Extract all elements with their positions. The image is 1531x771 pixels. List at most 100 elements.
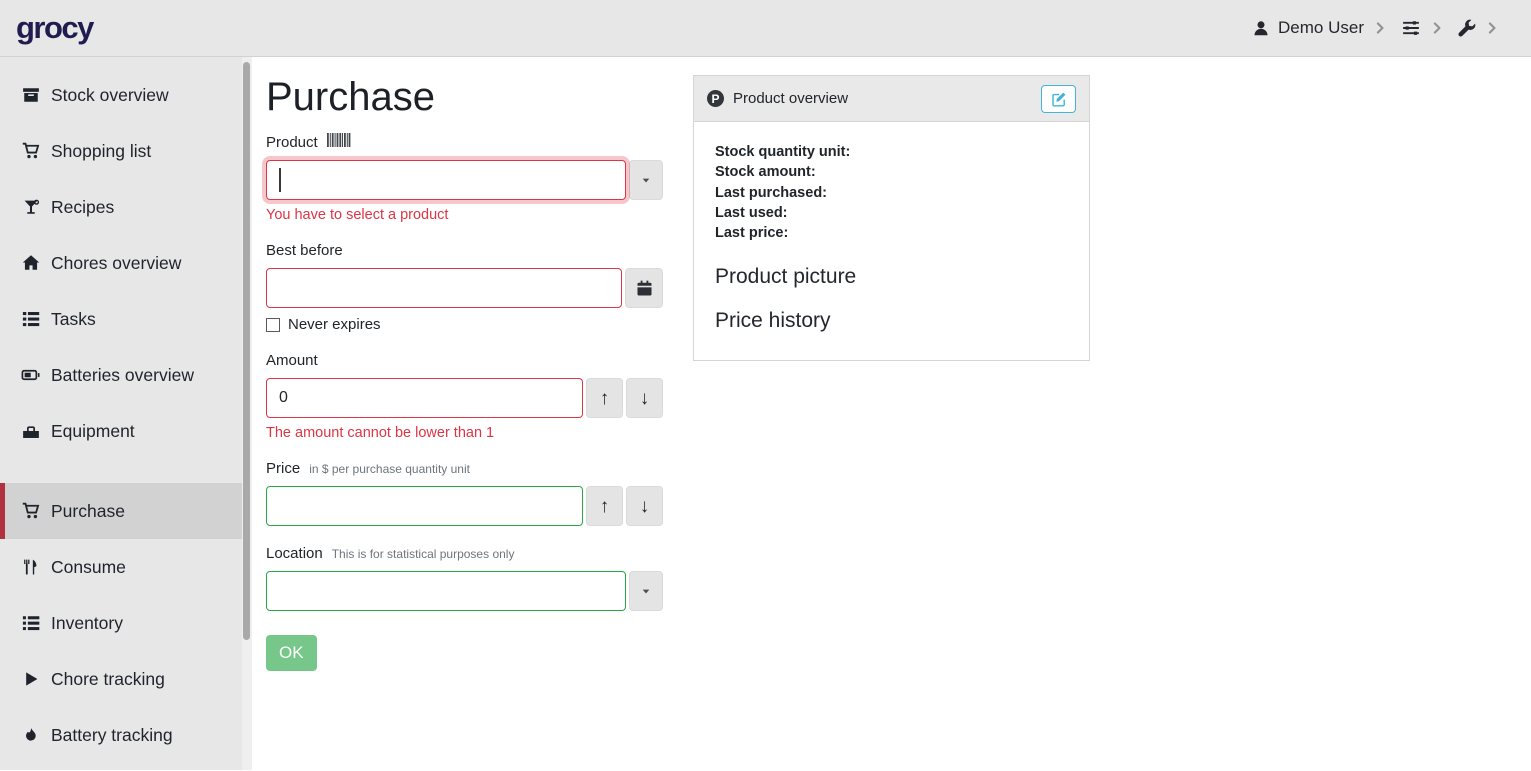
toolbox-icon [21,422,40,440]
location-input-row [266,571,663,611]
sidebar: Stock overview Shopping list Recipes Cho… [0,57,252,770]
wrench-icon [1458,19,1476,37]
stock-quantity-unit-label: Stock quantity unit: [715,142,1068,162]
price-group: Price in $ per purchase quantity unit ↑ … [266,460,663,526]
product-input-wrap [266,160,626,200]
sidebar-item-label: Equipment [51,421,135,442]
product-picture-heading: Product picture [715,265,1068,289]
sidebar-item-shopping-list[interactable]: Shopping list [0,123,252,179]
sidebar-item-batteries-overview[interactable]: Batteries overview [0,347,252,403]
last-price-label: Last price: [715,223,1068,243]
stock-amount-label: Stock amount: [715,162,1068,182]
sidebar-item-label: Shopping list [51,141,151,162]
location-input[interactable] [266,571,626,611]
location-group: Location This is for statistical purpose… [266,545,663,611]
product-overview-title: Product overview [733,90,848,107]
text-cursor [279,168,281,192]
amount-input-wrap [266,378,583,418]
sidebar-item-chores-overview[interactable]: Chores overview [0,235,252,291]
box-icon [21,86,40,104]
calendar-icon [636,280,653,297]
user-icon [1253,20,1269,36]
list-icon [21,614,40,632]
edit-product-button[interactable] [1041,85,1076,113]
top-nav: Demo User [1253,18,1499,38]
last-used-label: Last used: [715,203,1068,223]
never-expires-label: Never expires [288,316,381,333]
caret-down-icon [640,174,652,186]
utensils-icon [21,558,40,576]
sidebar-item-recipes[interactable]: Recipes [0,179,252,235]
best-before-label-row: Best before [266,242,663,259]
play-icon [21,671,40,687]
sidebar-item-tasks[interactable]: Tasks [0,291,252,347]
product-input[interactable] [266,160,626,200]
last-purchased-label: Last purchased: [715,183,1068,203]
amount-input[interactable] [266,378,583,418]
sidebar-item-chore-tracking[interactable]: Chore tracking [0,651,252,707]
price-decrement-button[interactable]: ↓ [626,486,663,526]
sidebar-item-consume[interactable]: Consume [0,539,252,595]
price-hint: in $ per purchase quantity unit [309,462,470,476]
sidebar-item-stock-overview[interactable]: Stock overview [0,67,252,123]
user-name: Demo User [1278,18,1364,38]
barcode-icon [327,133,351,147]
price-input[interactable] [266,486,583,526]
amount-label: Amount [266,352,318,369]
sidebar-item-label: Battery tracking [51,725,173,746]
amount-input-row: ↑ ↓ [266,378,663,418]
product-input-row [266,160,663,200]
product-group: Product You have to select a product [266,133,663,223]
product-overview-card: P Product overview Stock quantity unit: … [693,75,1090,361]
caret-down-icon [640,585,652,597]
sidebar-item-label: Tasks [51,309,96,330]
sidebar-scrollbar-track[interactable] [242,57,252,770]
product-label-row: Product [266,133,663,151]
location-dropdown-button[interactable] [629,571,663,611]
product-dropdown-button[interactable] [629,160,663,200]
price-increment-button[interactable]: ↑ [586,486,623,526]
sidebar-item-purchase[interactable]: Purchase [0,483,252,539]
amount-decrement-button[interactable]: ↓ [626,378,663,418]
settings-menu[interactable] [1401,19,1444,37]
price-history-heading: Price history [715,309,1068,333]
never-expires-checkbox[interactable] [266,318,280,332]
flame-icon [21,726,40,744]
best-before-input-row [266,268,663,308]
chevron-right-icon [1485,21,1499,35]
amount-increment-button[interactable]: ↑ [586,378,623,418]
sidebar-item-label: Stock overview [51,85,169,106]
arrow-up-icon: ↑ [600,497,610,516]
edit-icon [1051,91,1067,107]
sidebar-item-equipment[interactable]: Equipment [0,403,252,459]
sidebar-item-label: Batteries overview [51,365,194,386]
arrow-down-icon: ↓ [640,389,650,408]
product-error: You have to select a product [266,207,663,223]
cocktail-icon [21,198,40,216]
product-label: Product [266,134,318,151]
sidebar-item-label: Inventory [51,613,123,634]
price-input-wrap [266,486,583,526]
grocy-logo[interactable]: grocy [16,10,93,46]
calendar-button[interactable] [625,268,663,308]
sidebar-scrollbar-thumb[interactable] [243,62,250,640]
sidebar-item-battery-tracking[interactable]: Battery tracking [0,707,252,763]
user-menu[interactable]: Demo User [1253,18,1387,38]
shopping-cart-icon [21,502,40,520]
arrow-down-icon: ↓ [640,497,650,516]
price-input-row: ↑ ↓ [266,486,663,526]
amount-error: The amount cannot be lower than 1 [266,425,663,441]
best-before-input[interactable] [266,268,622,308]
admin-menu[interactable] [1458,19,1499,37]
sidebar-item-label: Purchase [51,501,125,522]
main-content: Purchase Product [252,57,1531,770]
arrow-up-icon: ↑ [600,389,610,408]
ok-button[interactable]: OK [266,635,317,671]
product-overview-header: P Product overview [694,76,1089,122]
best-before-input-wrap [266,268,622,308]
shopping-cart-icon [21,142,40,160]
location-input-wrap [266,571,626,611]
product-overview-body: Stock quantity unit: Stock amount: Last … [694,122,1089,360]
sidebar-item-inventory[interactable]: Inventory [0,595,252,651]
home-icon [21,254,40,272]
